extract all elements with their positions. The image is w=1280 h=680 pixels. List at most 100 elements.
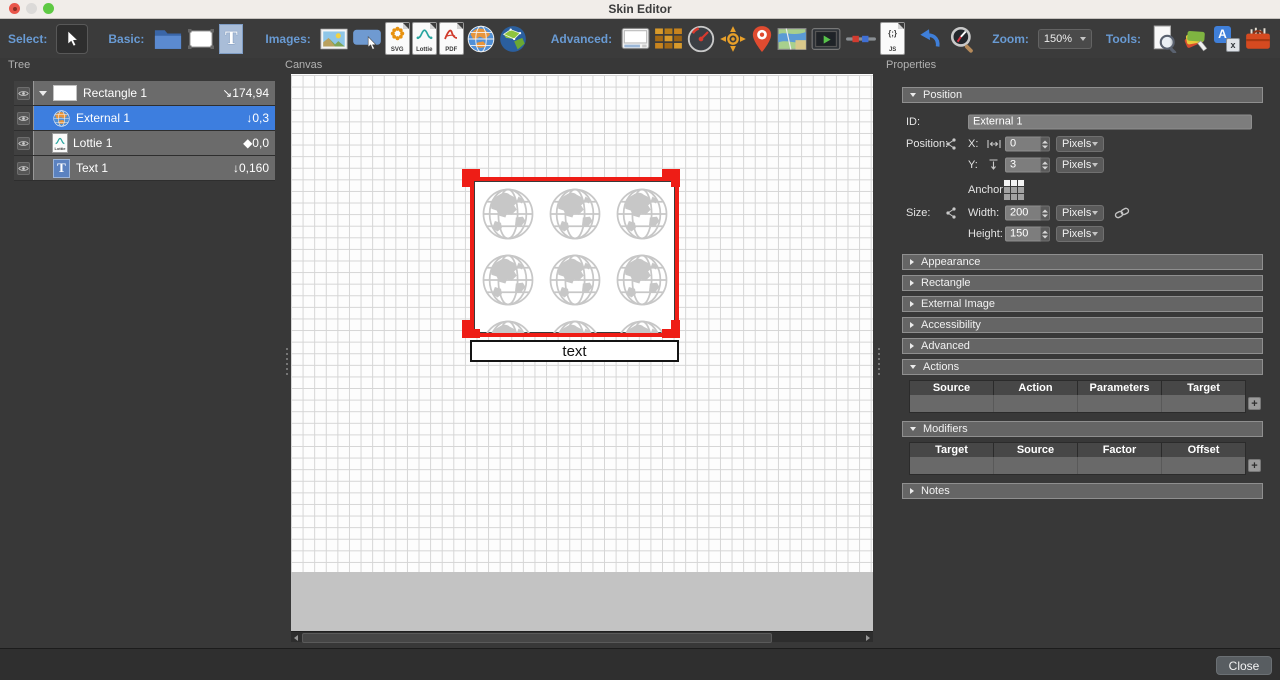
window-panel-icon <box>621 27 650 50</box>
color-swatches-icon <box>1182 25 1210 53</box>
id-field[interactable]: External 1 <box>968 115 1252 130</box>
undo-button[interactable] <box>914 22 944 56</box>
disclosure-triangle-icon[interactable] <box>39 91 47 96</box>
section-header-modifiers[interactable]: Modifiers <box>902 421 1263 437</box>
translate-tool-button[interactable]: A x <box>1214 22 1240 56</box>
width-label: Width: <box>968 207 999 219</box>
chevron-down-icon <box>1092 142 1098 146</box>
skin-editor-window: Skin Editor Select: Basic: T Images: <box>0 0 1280 680</box>
hotspot-element-button[interactable] <box>751 22 773 56</box>
scrollbar-thumb[interactable] <box>302 633 772 643</box>
table-cell <box>994 395 1078 412</box>
triangle-right-icon <box>910 301 914 307</box>
y-stepper[interactable] <box>1040 158 1050 173</box>
add-action-button[interactable]: + <box>1248 397 1261 410</box>
svg-tool-button[interactable]: SVG <box>386 22 409 56</box>
actions-empty-row[interactable] <box>910 395 1245 412</box>
lottie-tool-button[interactable]: Lottie <box>413 22 436 56</box>
compass-element-button[interactable] <box>719 22 747 56</box>
zoom-tool-button[interactable] <box>948 22 978 56</box>
selected-external-image[interactable] <box>470 177 679 337</box>
section-header-position[interactable]: Position <box>902 87 1263 103</box>
tree-row[interactable]: T Text 1 ↓0,160 <box>14 156 275 181</box>
y-unit-select[interactable]: Pixels <box>1056 157 1104 173</box>
y-input[interactable]: 3 <box>1005 158 1043 173</box>
minimize-window-button[interactable] <box>26 3 37 14</box>
width-input[interactable]: 200 <box>1005 206 1043 221</box>
logic-node-icon[interactable] <box>945 207 957 219</box>
close-button[interactable]: Close <box>1216 656 1272 675</box>
section-header-accessibility[interactable]: Accessibility <box>902 317 1263 333</box>
height-stepper[interactable] <box>1040 227 1050 242</box>
map-element-button[interactable] <box>777 22 807 56</box>
zoom-select[interactable]: 150% <box>1038 29 1092 49</box>
rectangle-icon <box>187 28 215 50</box>
visibility-toggle[interactable] <box>17 137 30 150</box>
button-tool-button[interactable] <box>352 22 382 56</box>
visibility-toggle[interactable] <box>17 87 30 100</box>
size-label: Size: <box>906 207 930 219</box>
tree-row[interactable]: Rectangle 1 ↘174,94 <box>14 81 275 106</box>
text-tool-button[interactable]: T <box>219 22 243 56</box>
selection-handle[interactable] <box>662 320 680 338</box>
sphere-image-button[interactable] <box>499 22 527 56</box>
width-stepper[interactable] <box>1040 206 1050 221</box>
x-unit-select[interactable]: Pixels <box>1056 136 1104 152</box>
left-splitter-handle[interactable] <box>286 348 288 375</box>
select-tool-button[interactable] <box>56 24 88 54</box>
id-label: ID: <box>906 116 920 128</box>
horizontal-scrollbar[interactable] <box>291 631 873 642</box>
find-tool-button[interactable] <box>1150 22 1178 56</box>
link-dimensions-icon[interactable] <box>1114 207 1130 219</box>
section-header-rectangle[interactable]: Rectangle <box>902 275 1263 291</box>
section-header-notes[interactable]: Notes <box>902 483 1263 499</box>
panorama-image-button[interactable] <box>467 22 495 56</box>
container-tool-button[interactable] <box>153 22 183 56</box>
zoom-window-button[interactable] <box>43 3 54 14</box>
section-header-external-image[interactable]: External Image <box>902 296 1263 312</box>
add-modifier-button[interactable]: + <box>1248 459 1261 472</box>
selection-handle[interactable] <box>462 169 480 187</box>
height-input[interactable]: 150 <box>1005 227 1043 242</box>
canvas-area[interactable]: text <box>291 74 873 642</box>
video-element-button[interactable] <box>811 22 841 56</box>
tree-row[interactable]: Lottie Lottie 1 ◆0,0 <box>14 131 275 156</box>
scroll-right-icon[interactable] <box>866 635 870 641</box>
thumbnail-menu-button[interactable] <box>654 22 683 56</box>
visibility-toggle[interactable] <box>17 162 30 175</box>
section-header-actions[interactable]: Actions <box>902 359 1263 375</box>
tree-row-content: Lottie Lottie 1 ◆0,0 <box>34 131 275 155</box>
logic-node-icon[interactable] <box>945 138 957 150</box>
close-window-button[interactable] <box>9 3 20 14</box>
canvas-grid[interactable]: text <box>291 75 873 572</box>
pdf-glyph <box>440 26 463 42</box>
height-unit-select[interactable]: Pixels <box>1056 226 1104 242</box>
x-stepper[interactable] <box>1040 137 1050 152</box>
selection-handle[interactable] <box>462 320 480 338</box>
column-header: Factor <box>1078 443 1162 457</box>
selection-handle[interactable] <box>662 169 680 187</box>
tree-row[interactable]: External 1 ↓0,3 <box>14 106 275 131</box>
scroll-left-icon[interactable] <box>294 635 298 641</box>
timeline-element-button[interactable] <box>845 22 877 56</box>
rectangle-tool-button[interactable] <box>187 22 215 56</box>
x-input[interactable]: 0 <box>1005 137 1043 152</box>
visibility-toggle[interactable] <box>17 112 30 125</box>
width-unit-select[interactable]: Pixels <box>1056 205 1104 221</box>
design-tool-button[interactable] <box>1182 22 1210 56</box>
javascript-element-button[interactable]: {;} JS <box>881 22 904 56</box>
section-title: Modifiers <box>923 423 968 435</box>
window-element-button[interactable] <box>621 22 650 56</box>
pdf-tool-button[interactable]: PDF <box>440 22 463 56</box>
components-toolbox-button[interactable] <box>1244 22 1272 56</box>
tree-item-position: ↓0,160 <box>233 161 269 175</box>
section-header-appearance[interactable]: Appearance <box>902 254 1263 270</box>
right-splitter-handle[interactable] <box>878 348 880 375</box>
section-header-advanced[interactable]: Advanced <box>902 338 1263 354</box>
anchor-grid-selector[interactable] <box>1003 179 1025 201</box>
text-element[interactable]: text <box>470 340 679 362</box>
modifiers-empty-row[interactable] <box>910 457 1245 474</box>
image-tool-button[interactable] <box>320 22 348 56</box>
timer-element-button[interactable] <box>687 22 715 56</box>
toolbar: Select: Basic: T Images: SVG <box>0 19 1280 58</box>
